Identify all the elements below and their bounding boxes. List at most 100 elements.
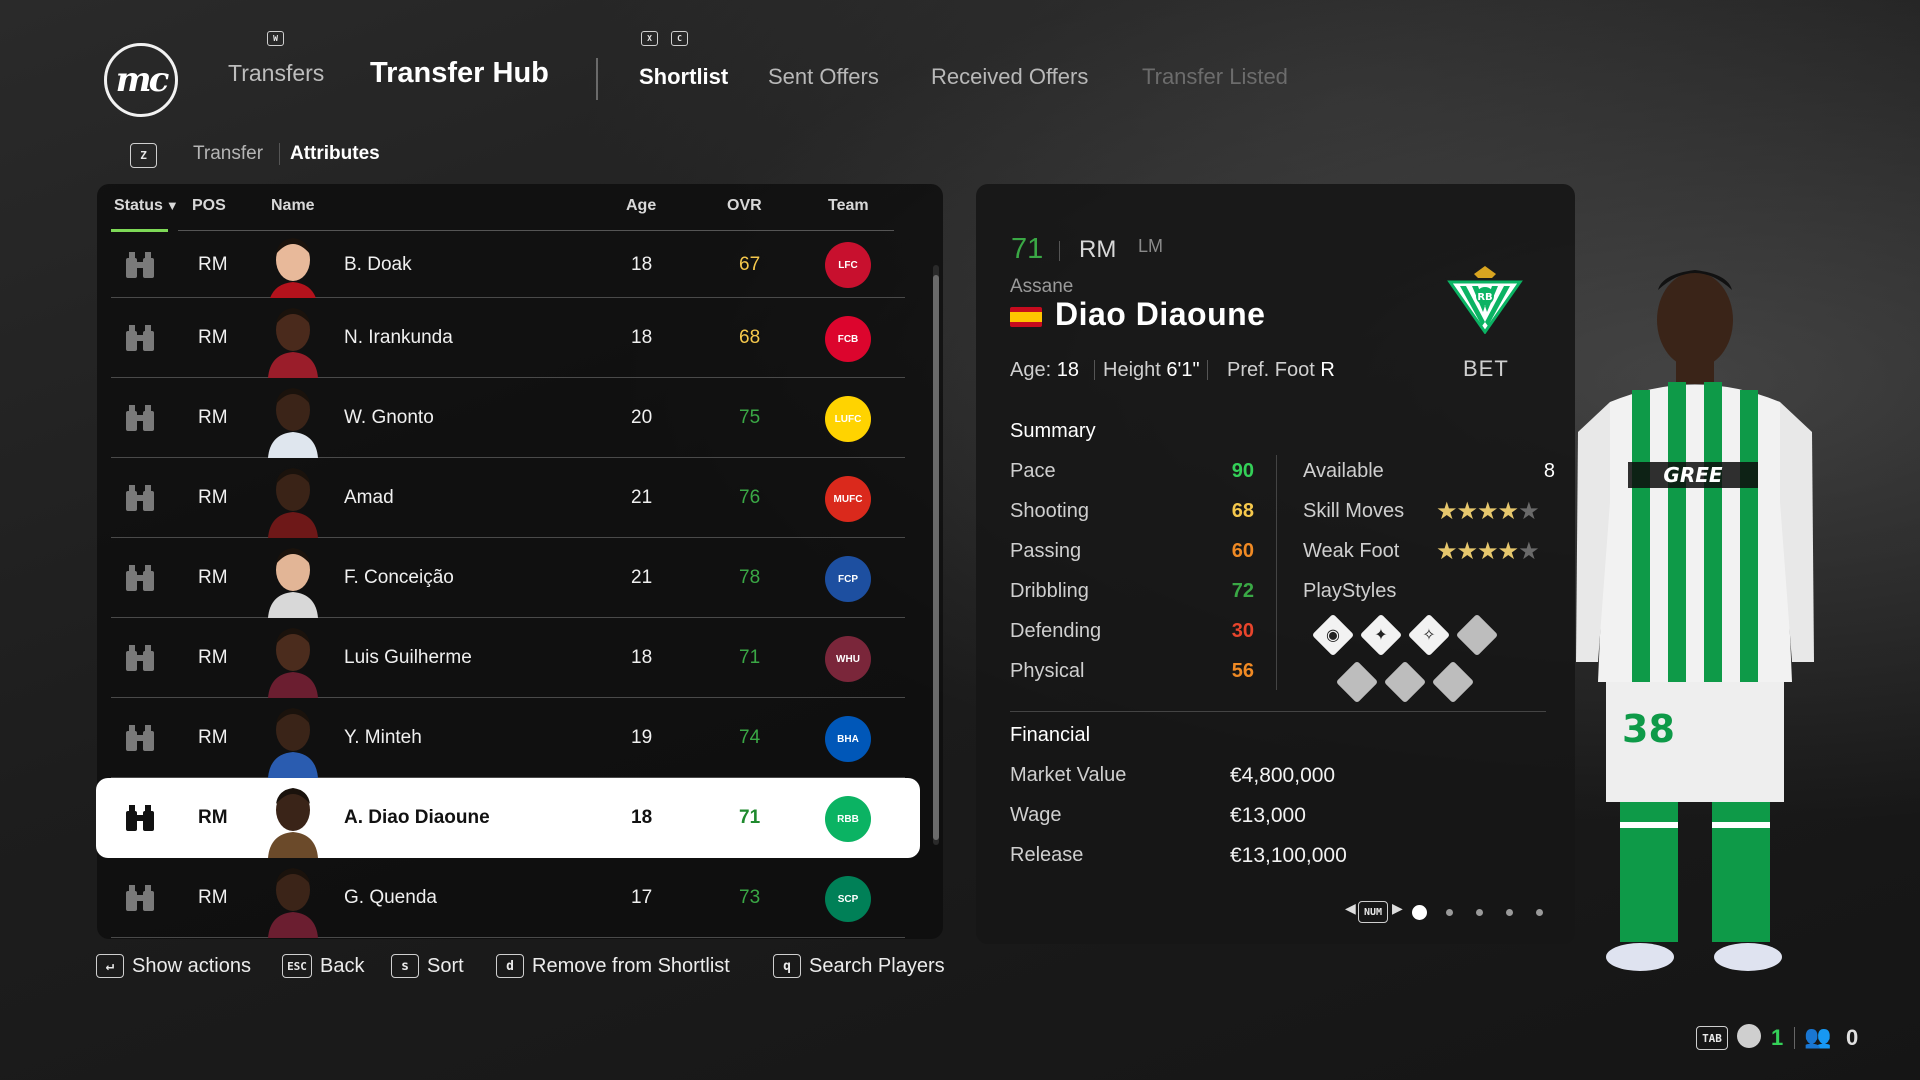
attribute-value: 72 bbox=[1231, 580, 1254, 602]
page-dot[interactable] bbox=[1536, 909, 1543, 916]
team-crest-icon: WHU bbox=[825, 636, 871, 682]
row-player-name: Luis Guilherme bbox=[344, 647, 472, 668]
column-name[interactable]: Name bbox=[271, 197, 315, 215]
svg-text:38: 38 bbox=[1622, 707, 1675, 751]
table-row[interactable]: RM Luis Guilherme 18 71 WHU bbox=[111, 618, 905, 698]
technical-icon[interactable]: ◉ bbox=[1311, 613, 1355, 657]
row-position: RM bbox=[198, 807, 228, 828]
action-back[interactable]: ESC Back bbox=[282, 954, 364, 978]
table-row[interactable]: RM F. Conceição 21 78 FCP bbox=[111, 538, 905, 618]
subnav-divider bbox=[279, 143, 280, 165]
binoculars-icon[interactable] bbox=[123, 232, 157, 298]
subnav-attributes[interactable]: Attributes bbox=[290, 143, 380, 165]
row-position: RM bbox=[198, 727, 228, 748]
row-position: RM bbox=[198, 887, 228, 908]
star-icon: ★ bbox=[1436, 498, 1457, 525]
row-player-name: G. Quenda bbox=[344, 887, 437, 908]
table-row[interactable]: RM A. Diao Diaoune 18 71 RBB bbox=[96, 778, 920, 858]
weak-foot-stars: ★★★★★ bbox=[1436, 537, 1540, 566]
tab-transfer-listed[interactable]: Transfer Listed bbox=[1142, 64, 1288, 90]
scout-icon[interactable] bbox=[1737, 1024, 1761, 1048]
action-show-actions[interactable]: ↵ Show actions bbox=[96, 954, 251, 978]
attribute-label: Shooting bbox=[1010, 500, 1089, 522]
wage-value: €13,000 bbox=[1230, 804, 1306, 827]
page-dot[interactable] bbox=[1506, 909, 1513, 916]
market-value-label: Market Value bbox=[1010, 764, 1127, 786]
key-hint-z: Z bbox=[130, 143, 157, 168]
row-age: 20 bbox=[631, 407, 653, 428]
tab-shortlist[interactable]: Shortlist bbox=[639, 64, 728, 90]
binoculars-icon[interactable] bbox=[123, 538, 157, 618]
row-player-name: N. Irankunda bbox=[344, 327, 453, 348]
table-row[interactable]: RM N. Irankunda 18 68 FCB bbox=[111, 298, 905, 378]
table-row[interactable]: RM Amad 21 76 MUFC bbox=[111, 458, 905, 538]
table-row[interactable]: RM B. Doak 18 67 LFC bbox=[111, 232, 905, 298]
tab-received-offers[interactable]: Received Offers bbox=[931, 64, 1088, 90]
star-icon: ★ bbox=[1436, 538, 1457, 565]
pager-left-icon[interactable]: ◀ bbox=[1345, 900, 1356, 917]
page-dot[interactable] bbox=[1412, 905, 1427, 920]
action-remove-from-shortlist[interactable]: d Remove from Shortlist bbox=[496, 954, 730, 978]
table-row[interactable]: RM W. Gnonto 20 75 LUFC bbox=[111, 378, 905, 458]
binoculars-icon[interactable] bbox=[123, 298, 157, 378]
row-position: RM bbox=[198, 567, 228, 588]
header-divider-line bbox=[178, 230, 894, 231]
row-age: 17 bbox=[631, 887, 653, 908]
column-team[interactable]: Team bbox=[828, 197, 869, 215]
player-portrait bbox=[264, 782, 322, 858]
playstyles-label: PlayStyles bbox=[1303, 580, 1397, 602]
binoculars-icon[interactable] bbox=[123, 458, 157, 538]
column-pos[interactable]: POS bbox=[192, 197, 226, 215]
page-dot[interactable] bbox=[1476, 909, 1483, 916]
row-player-name: A. Diao Diaoune bbox=[344, 807, 490, 828]
binoculars-icon[interactable] bbox=[123, 698, 157, 778]
column-ovr[interactable]: OVR bbox=[727, 197, 762, 215]
table-row[interactable]: RM Y. Minteh 19 74 BHA bbox=[111, 698, 905, 778]
svg-text:RB: RB bbox=[1477, 292, 1492, 303]
action-search-players[interactable]: q Search Players bbox=[773, 954, 945, 978]
attribute-label: Passing bbox=[1010, 540, 1082, 562]
pager-right-icon[interactable]: ▶ bbox=[1392, 900, 1403, 917]
row-age: 18 bbox=[631, 254, 653, 275]
playstyles-grid: ◉ ✦ ✧ bbox=[1311, 613, 1558, 704]
row-ovr: 74 bbox=[739, 727, 761, 748]
table-row[interactable]: RM G. Quenda 17 73 SCP bbox=[111, 858, 905, 938]
row-ovr: 68 bbox=[739, 327, 761, 348]
player-portrait bbox=[264, 232, 322, 298]
row-ovr: 67 bbox=[739, 254, 761, 275]
column-age[interactable]: Age bbox=[626, 197, 656, 215]
attribute-value: 56 bbox=[1231, 660, 1254, 682]
key-hint-s: s bbox=[391, 954, 419, 978]
binoculars-icon[interactable] bbox=[123, 858, 157, 938]
column-status[interactable]: Status ▼ bbox=[114, 197, 179, 215]
subnav-transfer[interactable]: Transfer bbox=[193, 143, 263, 165]
row-position: RM bbox=[198, 487, 228, 508]
row-ovr: 76 bbox=[739, 487, 761, 508]
nav-transfers[interactable]: Transfers bbox=[228, 60, 324, 87]
player-portrait bbox=[264, 702, 322, 778]
star-icon: ★ bbox=[1456, 498, 1478, 525]
binoculars-icon[interactable] bbox=[123, 618, 157, 698]
scrollbar-thumb[interactable] bbox=[933, 275, 939, 840]
player-first-name: Assane bbox=[1010, 276, 1074, 297]
attribute-value: 60 bbox=[1231, 540, 1254, 562]
star-icon: ★ bbox=[1477, 498, 1498, 525]
row-ovr: 71 bbox=[739, 807, 761, 828]
release-label: Release bbox=[1010, 844, 1084, 866]
career-mode-logo: mc bbox=[104, 43, 178, 117]
row-position: RM bbox=[198, 647, 228, 668]
page-dot[interactable] bbox=[1446, 909, 1453, 916]
scout-count: 1 bbox=[1771, 1025, 1784, 1050]
key-hint-c: C bbox=[671, 31, 688, 46]
trickster-icon[interactable]: ✧ bbox=[1407, 613, 1451, 657]
row-ovr: 71 bbox=[739, 647, 761, 668]
user-count: 0 bbox=[1846, 1025, 1859, 1050]
users-icon[interactable]: 👥 bbox=[1804, 1024, 1831, 1050]
empty-playstyle-slot bbox=[1335, 660, 1379, 704]
binoculars-icon[interactable] bbox=[123, 378, 157, 458]
acrobatic-icon[interactable]: ✦ bbox=[1359, 613, 1403, 657]
binoculars-icon[interactable] bbox=[123, 778, 157, 858]
available-value: 8 bbox=[1543, 460, 1555, 482]
action-sort[interactable]: s Sort bbox=[391, 954, 464, 978]
tab-sent-offers[interactable]: Sent Offers bbox=[768, 64, 879, 90]
